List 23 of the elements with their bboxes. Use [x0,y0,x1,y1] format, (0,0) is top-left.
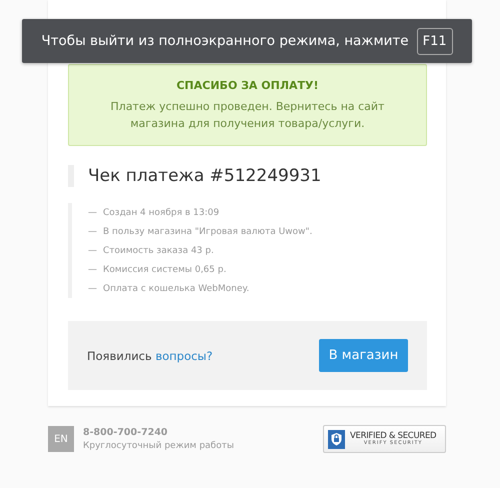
support-hours: Круглосуточный режим работы [83,441,234,451]
success-title: СПАСИБО ЗА ОПЛАТУ! [175,79,320,92]
detail-text: Стоимость заказа 43 р. [103,245,214,258]
shop-button[interactable]: В магазин [319,339,408,372]
key-hint: F11 [416,28,453,54]
fullscreen-message: Чтобы выйти из полноэкранного режима, нажмите [41,33,409,49]
detail-text: Создан 4 ноября в 13:09 [103,207,220,220]
detail-text: В пользу магазина "Игровая валюта Uwow". [103,226,312,239]
dash: — [88,207,97,220]
detail-text: Комиссия системы 0,65 р. [103,264,226,277]
phone-number: 8-800-700-7240 [83,427,169,438]
help-text: Появились вопросы? [87,348,213,362]
language-label: EN [48,426,74,452]
dash: — [88,245,97,258]
success-message: Платеж успешно проведен. Вернитесь на сайт магазина для получения товара/услуги. [110,99,386,132]
receipt-title: Чек платежа #512249931 [68,165,322,187]
detail-text: Оплата с кошелька WebMoney. [103,283,250,296]
badge-title: VERIFIED & SECURED [350,432,436,441]
dash: — [88,264,97,277]
lock-shield-icon [328,430,345,448]
dash: — [88,226,97,239]
help-link[interactable]: вопросы? [155,348,213,362]
dash: — [88,283,97,296]
